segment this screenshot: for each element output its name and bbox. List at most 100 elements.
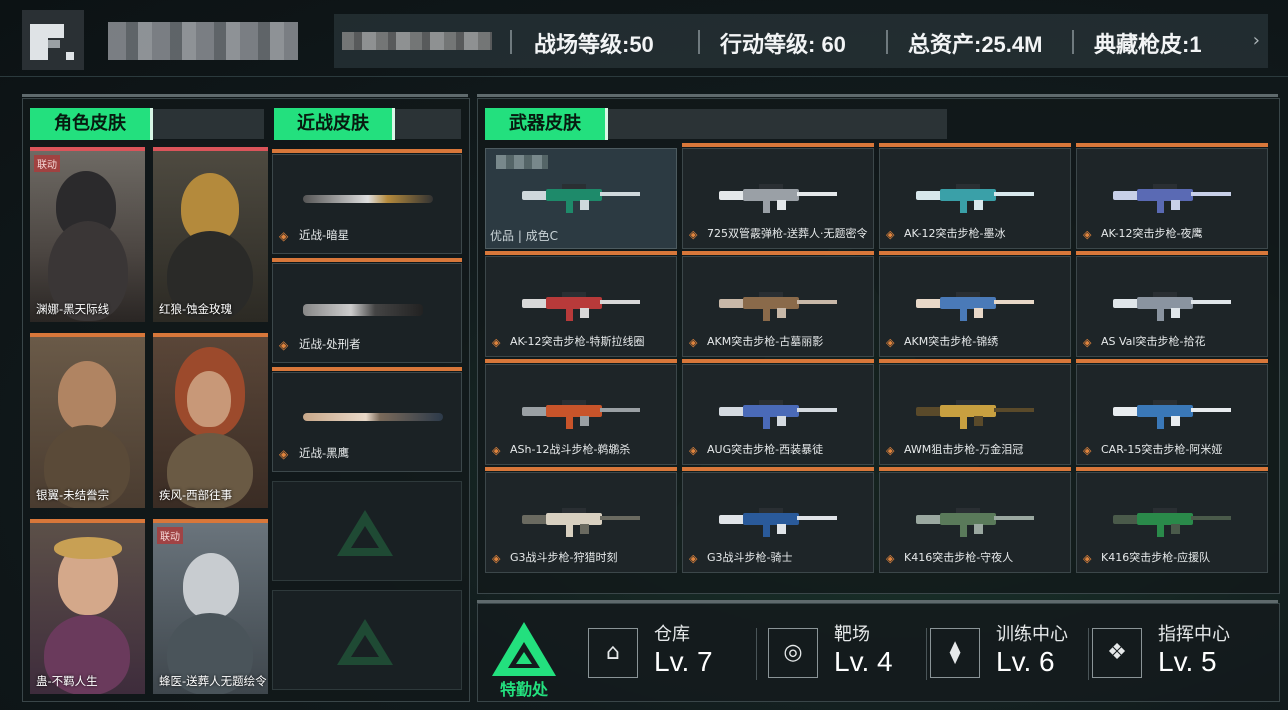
- tab-extension: [608, 109, 947, 139]
- rarity-diamond-icon: ◈: [886, 444, 895, 457]
- facility-command-center[interactable]: ❖ 指挥中心 Lv. 5: [1092, 620, 1272, 686]
- redacted-label: [496, 155, 548, 169]
- weapon-card[interactable]: ◈ K416突击步枪-守夜人: [879, 467, 1071, 573]
- rarity-diamond-icon: ◈: [1083, 444, 1092, 457]
- rarity-diamond-icon: ◈: [279, 229, 289, 243]
- character-card[interactable]: 疾风-西部往事: [153, 333, 268, 508]
- melee-name: 近战-处刑者: [299, 337, 361, 351]
- weapon-image: [719, 508, 837, 537]
- dumbbell-icon: ⧫: [930, 628, 980, 678]
- profile-header: 战场等级:50 行动等级: 60 总资产:25.4M 典藏枪皮:1 ›: [0, 0, 1288, 80]
- melee-card[interactable]: ◈ 近战-黑鹰: [272, 367, 462, 472]
- weapon-image: [522, 508, 640, 537]
- character-card[interactable]: 联动 渊娜-黑天际线: [30, 147, 145, 322]
- collab-badge: 联动: [157, 527, 183, 544]
- weapon-card[interactable]: ◈ AK-12突击步枪-夜鹰: [1076, 143, 1268, 249]
- battlefield-level: 战场等级:50: [534, 32, 654, 57]
- weapon-name: G3战斗步枪-狩猎时刻: [510, 551, 618, 564]
- tab-melee-skins[interactable]: 近战皮肤: [274, 108, 392, 140]
- facility-level: Lv. 7: [654, 646, 713, 677]
- character-name: 红狼-蚀金玫瑰: [159, 302, 233, 316]
- weapon-card[interactable]: ◈ CAR-15突击步枪-阿米娅: [1076, 359, 1268, 465]
- rarity-diamond-icon: ◈: [689, 444, 698, 457]
- panel-top-line: [477, 94, 1278, 97]
- weapon-image: [916, 184, 1034, 213]
- weapon-name: 725双管霰弹枪-送葬人·无题密令: [707, 227, 868, 240]
- tab-character-skins[interactable]: 角色皮肤: [30, 108, 150, 140]
- melee-name: 近战-暗星: [299, 228, 350, 242]
- rarity-diamond-icon: ◈: [279, 338, 289, 352]
- weapon-card[interactable]: 优品 | 成色C: [485, 148, 677, 249]
- divider: [1072, 30, 1074, 54]
- hq-label: 特勤处: [499, 680, 548, 699]
- weapon-card[interactable]: ◈ AK-12突击步枪-墨冰: [879, 143, 1071, 249]
- empty-slot: [272, 590, 462, 690]
- rarity-diamond-icon: ◈: [689, 228, 698, 241]
- character-card[interactable]: 银翼-未结誊宗: [30, 333, 145, 508]
- weapon-name: ASh-12战斗步枪-鹈鹕杀: [510, 443, 631, 456]
- divider: [886, 30, 888, 54]
- weapon-name: CAR-15突击步枪-阿米娅: [1101, 443, 1223, 456]
- tab-extension: [395, 109, 461, 139]
- weapon-card[interactable]: ◈ AK-12突击步枪-特斯拉线圈: [485, 251, 677, 357]
- divider: [510, 30, 512, 54]
- weapon-card[interactable]: ◈ AKM突击步枪-锦绣: [879, 251, 1071, 357]
- character-card[interactable]: 蛊-不羁人生: [30, 519, 145, 694]
- character-card[interactable]: 红狼-蚀金玫瑰: [153, 147, 268, 322]
- panel-top-line: [22, 94, 468, 97]
- rarity-diamond-icon: ◈: [1083, 552, 1092, 565]
- header-divider: [0, 76, 1288, 77]
- facility-level: Lv. 4: [834, 646, 893, 677]
- collection-skins: 典藏枪皮:1: [1094, 32, 1202, 57]
- avatar[interactable]: [22, 10, 84, 70]
- weapon-image: [719, 292, 837, 321]
- warehouse-icon: ⌂: [588, 628, 638, 678]
- weapon-card[interactable]: ◈ G3战斗步枪-骑士: [682, 467, 874, 573]
- divider: [1088, 628, 1089, 680]
- facility-training-center[interactable]: ⧫ 训练中心 Lv. 6: [930, 620, 1090, 686]
- weapon-name: K416突击步枪-守夜人: [904, 551, 1014, 564]
- facility-warehouse[interactable]: ⌂ 仓库 Lv. 7: [588, 620, 758, 686]
- tab-weapon-skins[interactable]: 武器皮肤: [485, 108, 605, 140]
- facility-level: Lv. 6: [996, 646, 1055, 677]
- melee-card[interactable]: ◈ 近战-处刑者: [272, 258, 462, 363]
- weapon-name: K416突击步枪-应援队: [1101, 551, 1211, 564]
- weapon-card[interactable]: ◈ AS Val突击步枪-拾花: [1076, 251, 1268, 357]
- rarity-diamond-icon: ◈: [492, 552, 501, 565]
- weapon-image: [1113, 508, 1231, 537]
- facility-shooting-range[interactable]: ◎ 靶场 Lv. 4: [768, 620, 928, 686]
- weapon-card[interactable]: ◈ K416突击步枪-应援队: [1076, 467, 1268, 573]
- rarity-diamond-icon: ◈: [1083, 336, 1092, 349]
- weapon-card[interactable]: ◈ AWM狙击步枪-万金泪冠: [879, 359, 1071, 465]
- rarity-diamond-icon: ◈: [689, 552, 698, 565]
- facility-name: 仓库: [654, 624, 690, 645]
- chevron-right-icon[interactable]: ›: [1253, 30, 1260, 51]
- rarity-diamond-icon: ◈: [886, 336, 895, 349]
- player-id-redacted: [342, 32, 492, 50]
- weapon-image: [916, 400, 1034, 429]
- weapon-card[interactable]: ◈ G3战斗步枪-狩猎时刻: [485, 467, 677, 573]
- weapon-card[interactable]: ◈ ASh-12战斗步枪-鹈鹕杀: [485, 359, 677, 465]
- weapon-image: [1113, 292, 1231, 321]
- weapon-name: AK-12突击步枪-特斯拉线圈: [510, 335, 645, 348]
- weapon-image: [916, 292, 1034, 321]
- weapon-card[interactable]: ◈ AUG突击步枪-西装暴徒: [682, 359, 874, 465]
- character-name: 蜂医-送葬人无题绘令: [159, 674, 267, 688]
- collab-badge: 联动: [34, 155, 60, 172]
- placeholder-logo-icon: [337, 510, 393, 556]
- melee-card[interactable]: ◈ 近战-暗星: [272, 149, 462, 254]
- weapon-rarity: 优品 | 成色C: [490, 229, 559, 243]
- weapon-card[interactable]: ◈ AKM突击步枪-古墓丽影: [682, 251, 874, 357]
- character-card[interactable]: 联动 蜂医-送葬人无题绘令: [153, 519, 268, 694]
- total-assets: 总资产:25.4M: [908, 32, 1043, 57]
- rarity-diamond-icon: ◈: [886, 552, 895, 565]
- weapon-image: [1113, 400, 1231, 429]
- operation-level: 行动等级: 60: [720, 32, 846, 57]
- rarity-diamond-icon: ◈: [492, 444, 501, 457]
- empty-slot: [272, 481, 462, 581]
- character-name: 蛊-不羁人生: [36, 674, 98, 688]
- weapon-image: [1113, 184, 1231, 213]
- rarity-diamond-icon: ◈: [886, 228, 895, 241]
- tab-extension: [153, 109, 264, 139]
- weapon-card[interactable]: ◈ 725双管霰弹枪-送葬人·无题密令: [682, 143, 874, 249]
